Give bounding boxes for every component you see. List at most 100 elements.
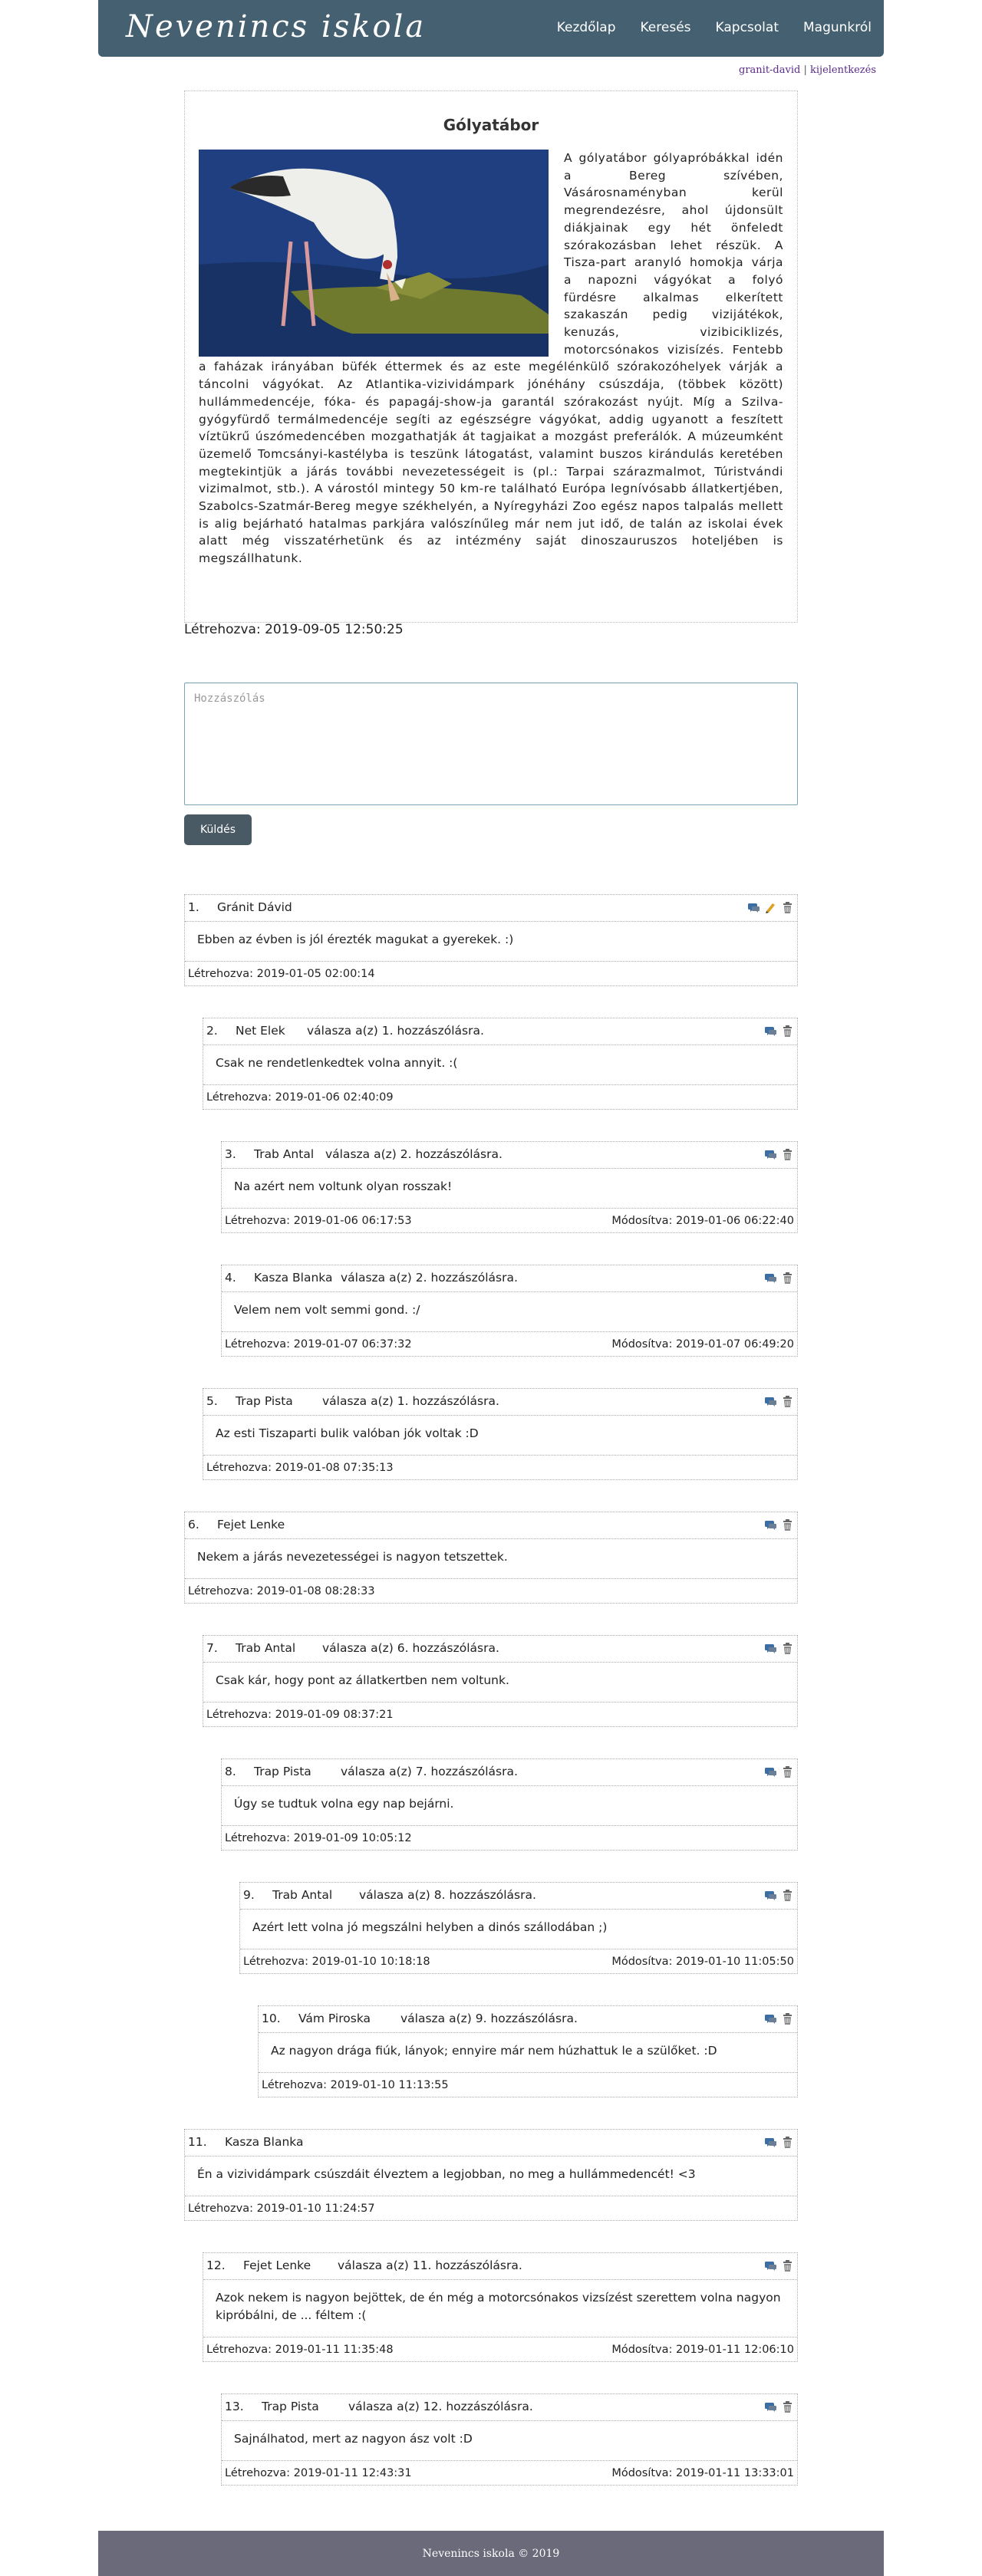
comment-created: Létrehozva: 2019-01-10 11:24:57 (188, 2203, 375, 2215)
delete-icon[interactable] (781, 2012, 794, 2025)
delete-icon[interactable] (781, 1395, 794, 1408)
reply-icon[interactable] (764, 1765, 777, 1778)
delete-icon[interactable] (781, 1518, 794, 1531)
comment-number: 2. (206, 1024, 218, 1038)
comment-text: Úgy se tudtuk volna egy nap bejárni. (222, 1786, 797, 1826)
reply-icon[interactable] (764, 1642, 777, 1655)
comment-header: 12. Fejet Lenke válasza a(z) 11. hozzászól… (203, 2253, 797, 2280)
comment-actions (764, 2012, 794, 2025)
delete-icon[interactable] (781, 1765, 794, 1778)
comment-item: 10. Vám Piroska válasza a(z) 9. hozzászólá… (258, 2005, 798, 2097)
reply-icon[interactable] (764, 1148, 777, 1161)
comment-number: 1. (188, 900, 199, 914)
logout-link[interactable]: kijelentkezés (810, 64, 876, 76)
delete-icon[interactable] (781, 2136, 794, 2149)
comment-actions (764, 1889, 794, 1902)
delete-icon[interactable] (781, 2259, 794, 2272)
reply-icon[interactable] (764, 1889, 777, 1902)
delete-icon[interactable] (781, 1889, 794, 1902)
comment-item: 12. Fejet Lenke válasza a(z) 11. hozzászól… (203, 2252, 798, 2362)
comment-reply-ref: válasza a(z) 6. hozzászólásra. (322, 1641, 499, 1655)
comment-footer: Létrehozva: 2019-01-09 08:37:21 (203, 1703, 797, 1729)
comment-reply-ref: válasza a(z) 8. hozzászólásra. (359, 1888, 536, 1902)
nav-search[interactable]: Keresés (641, 20, 691, 35)
comment-author: Kasza Blanka (225, 2135, 304, 2149)
comment-footer: Létrehozva: 2019-01-05 02:00:14 (185, 962, 797, 988)
reply-icon[interactable] (764, 2400, 777, 2413)
comment-author: Fejet Lenke (217, 1518, 285, 1531)
comment-item: 2. Net Elek válasza a(z) 1. hozzászólásra.… (203, 1018, 798, 1110)
comment-text: Velem nem volt semmi gond. :/ (222, 1292, 797, 1332)
page-footer: Nevenincs iskola © 2019 (98, 2531, 884, 2576)
reply-icon[interactable] (747, 901, 760, 914)
delete-icon[interactable] (781, 1148, 794, 1161)
comment-text: Azok nekem is nagyon bejöttek, de én még… (203, 2280, 797, 2337)
comment-created: Létrehozva: 2019-01-08 08:28:33 (188, 1585, 375, 1597)
edit-icon[interactable] (764, 901, 777, 914)
comment-created: Létrehozva: 2019-01-08 07:35:13 (206, 1462, 394, 1474)
comment-actions (747, 901, 794, 914)
reply-icon[interactable] (764, 2012, 777, 2025)
comment-number: 4. (225, 1271, 236, 1285)
comment-number: 11. (188, 2135, 207, 2149)
comment-author: Trab Antal (272, 1888, 333, 1902)
delete-icon[interactable] (781, 901, 794, 914)
delete-icon[interactable] (781, 1025, 794, 1038)
comment-header: 10. Vám Piroska válasza a(z) 9. hozzászólá… (259, 2006, 797, 2033)
comment-header: 11. Kasza Blanka (185, 2130, 797, 2157)
comment-author: Fejet Lenke (243, 2259, 311, 2272)
nav-home[interactable]: Kezdőlap (557, 20, 616, 35)
comment-text: Azért lett volna jó megszálni helyben a … (240, 1910, 797, 1949)
comment-created: Létrehozva: 2019-01-05 02:00:14 (188, 968, 375, 980)
comment-number: 12. (206, 2259, 226, 2272)
send-button[interactable]: Küldés (184, 814, 252, 845)
comment-item: 1. Gránit Dávid Ebben az évben is jól érez… (184, 894, 798, 986)
comment-actions (764, 2400, 794, 2413)
comment-author: Vám Piroska (298, 2012, 371, 2025)
reply-icon[interactable] (764, 1272, 777, 1285)
comment-modified: Módosítva: 2019-01-07 06:49:20 (611, 1338, 794, 1351)
comment-item: 6. Fejet Lenke Nekem a járás nevezetessége… (184, 1512, 798, 1604)
comment-text: Na azért nem voltunk olyan rosszak! (222, 1169, 797, 1209)
comment-footer: Létrehozva: 2019-01-07 06:37:32 Módosítva… (222, 1332, 797, 1358)
site-brand[interactable]: Nevenincs iskola (126, 9, 426, 44)
nav-contact[interactable]: Kapcsolat (716, 20, 779, 35)
reply-icon[interactable] (764, 1025, 777, 1038)
comment-text: Én a vizividámpark csúszdáit élveztem a … (185, 2157, 797, 2196)
reply-icon[interactable] (764, 1395, 777, 1408)
comment-reply-ref: válasza a(z) 11. hozzászólásra. (338, 2259, 522, 2272)
comment-footer: Létrehozva: 2019-01-10 11:24:57 (185, 2196, 797, 2222)
article-title: Gólyatábor (443, 116, 539, 134)
delete-icon[interactable] (781, 1642, 794, 1655)
article-body-wrap: A gólyatábor gólyapróbákkal idén a Bereg… (199, 150, 783, 568)
comment-item: 3. Trab Antal válasza a(z) 2. hozzászólásr… (221, 1141, 798, 1233)
comment-text: Sajnálhatod, mert az nagyon ász volt :D (222, 2421, 797, 2461)
delete-icon[interactable] (781, 1272, 794, 1285)
reply-icon[interactable] (764, 1518, 777, 1531)
comment-item: 5. Trap Pista válasza a(z) 1. hozzászólásr… (203, 1388, 798, 1480)
comment-created: Létrehozva: 2019-01-10 10:18:18 (243, 1956, 430, 1968)
comment-footer: Létrehozva: 2019-01-08 08:28:33 (185, 1579, 797, 1605)
comment-footer: Létrehozva: 2019-01-06 02:40:09 (203, 1085, 797, 1111)
comment-number: 10. (262, 2012, 281, 2025)
comment-created: Létrehozva: 2019-01-10 11:13:55 (262, 2079, 449, 2091)
comment-author: Trab Antal (254, 1147, 315, 1161)
comment-modified: Módosítva: 2019-01-11 12:06:10 (611, 2344, 794, 2356)
comment-number: 3. (225, 1147, 236, 1161)
comment-reply-ref: válasza a(z) 7. hozzászólásra. (341, 1765, 518, 1778)
delete-icon[interactable] (781, 2400, 794, 2413)
comment-item: 4. Kasza Blanka válasza a(z) 2. hozzászólá… (221, 1265, 798, 1357)
comment-author: Kasza Blanka (254, 1271, 333, 1285)
comment-input[interactable]: Hozzászólás (184, 683, 798, 805)
comment-header: 4. Kasza Blanka válasza a(z) 2. hozzászólá… (222, 1265, 797, 1292)
comment-reply-ref: válasza a(z) 1. hozzászólásra. (322, 1394, 499, 1408)
username-link[interactable]: granit-david (739, 64, 800, 76)
comment-text: Nekem a járás nevezetességei is nagyon t… (185, 1539, 797, 1579)
nav-links: Kezdőlap Keresés Kapcsolat Magunkról (557, 20, 872, 35)
reply-icon[interactable] (764, 2259, 777, 2272)
reply-icon[interactable] (764, 2136, 777, 2149)
comment-created: Létrehozva: 2019-01-09 10:05:12 (225, 1832, 412, 1844)
nav-about[interactable]: Magunkról (803, 20, 872, 35)
comment-author: Net Elek (236, 1024, 285, 1038)
stork-crocodile-image (199, 150, 549, 357)
